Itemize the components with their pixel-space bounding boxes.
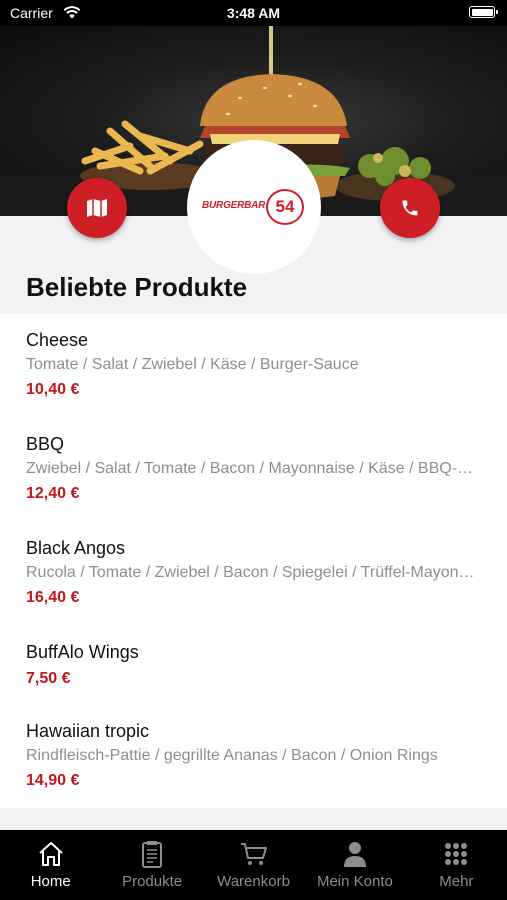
product-item[interactable]: Black Angos Rucola / Tomate / Zwiebel / … <box>26 538 481 607</box>
app-screen: Carrier 3:48 AM BURGERBAR 54 Beliebte Pr… <box>0 0 507 900</box>
product-name: Cheese <box>26 330 89 350</box>
section-title: Beliebte Produkte <box>26 272 248 302</box>
product-name: Hawaiian tropic <box>26 721 150 741</box>
product-description: Rucola / Tomate / Zwiebel / Bacon / Spie… <box>26 564 481 581</box>
logo-number: 54 <box>266 189 304 225</box>
status-bar: Carrier 3:48 AM <box>0 0 507 26</box>
product-name: Black Angos <box>26 538 126 558</box>
product-item[interactable]: Hawaiian tropic Rindfleisch-Pattie / geg… <box>26 721 481 790</box>
product-name: BuffAlo Wings <box>26 642 139 662</box>
clock: 3:48 AM <box>226 5 281 21</box>
product-item[interactable]: Cheese Tomate / Salat / Zwiebel / Käse /… <box>26 330 481 399</box>
map-button[interactable] <box>67 178 127 238</box>
product-price: 16,40 € <box>26 589 80 606</box>
product-description: Rindfleisch-Pattie / gegrillte Ananas / … <box>26 747 438 764</box>
product-description: Tomate / Salat / Zwiebel / Käse / Burger… <box>26 356 359 373</box>
home-icon <box>39 842 63 866</box>
restaurant-logo: BURGERBAR 54 <box>187 140 321 274</box>
product-price: 12,40 € <box>26 485 80 502</box>
product-item[interactable]: BuffAlo Wings 7,50 € <box>26 642 481 688</box>
grid-icon <box>445 843 468 865</box>
tab-mehr[interactable]: Mehr <box>406 830 507 900</box>
product-price: 14,90 € <box>26 772 80 789</box>
call-button[interactable] <box>380 178 440 238</box>
product-description: Zwiebel / Salat / Tomate / Bacon / Mayon… <box>26 460 481 477</box>
battery-icon <box>469 6 498 18</box>
tab-bar: Home Produkte Warenkorb Mein Konto Mehr <box>0 830 507 900</box>
user-icon <box>343 842 366 867</box>
tab-home[interactable]: Home <box>0 830 101 900</box>
cart-icon <box>240 843 267 865</box>
logo-text: BURGERBAR <box>202 200 266 211</box>
product-price: 10,40 € <box>26 381 80 398</box>
product-list: Cheese Tomate / Salat / Zwiebel / Käse /… <box>0 314 507 808</box>
tab-label: Mehr <box>439 873 474 890</box>
tab-label: Produkte <box>122 873 183 890</box>
tab-label: Mein Konto <box>316 873 393 890</box>
product-name: BBQ <box>26 434 65 454</box>
tab-produkte[interactable]: Produkte <box>101 830 202 900</box>
product-item[interactable]: BBQ Zwiebel / Salat / Tomate / Bacon / M… <box>26 434 481 503</box>
tab-label: Home <box>30 873 71 890</box>
phone-icon <box>402 200 418 216</box>
tab-mein-konto[interactable]: Mein Konto <box>304 830 405 900</box>
map-icon <box>87 199 107 217</box>
tab-warenkorb[interactable]: Warenkorb <box>203 830 304 900</box>
menu-icon <box>142 841 163 868</box>
tab-label: Warenkorb <box>217 873 290 890</box>
product-price: 7,50 € <box>26 670 71 687</box>
